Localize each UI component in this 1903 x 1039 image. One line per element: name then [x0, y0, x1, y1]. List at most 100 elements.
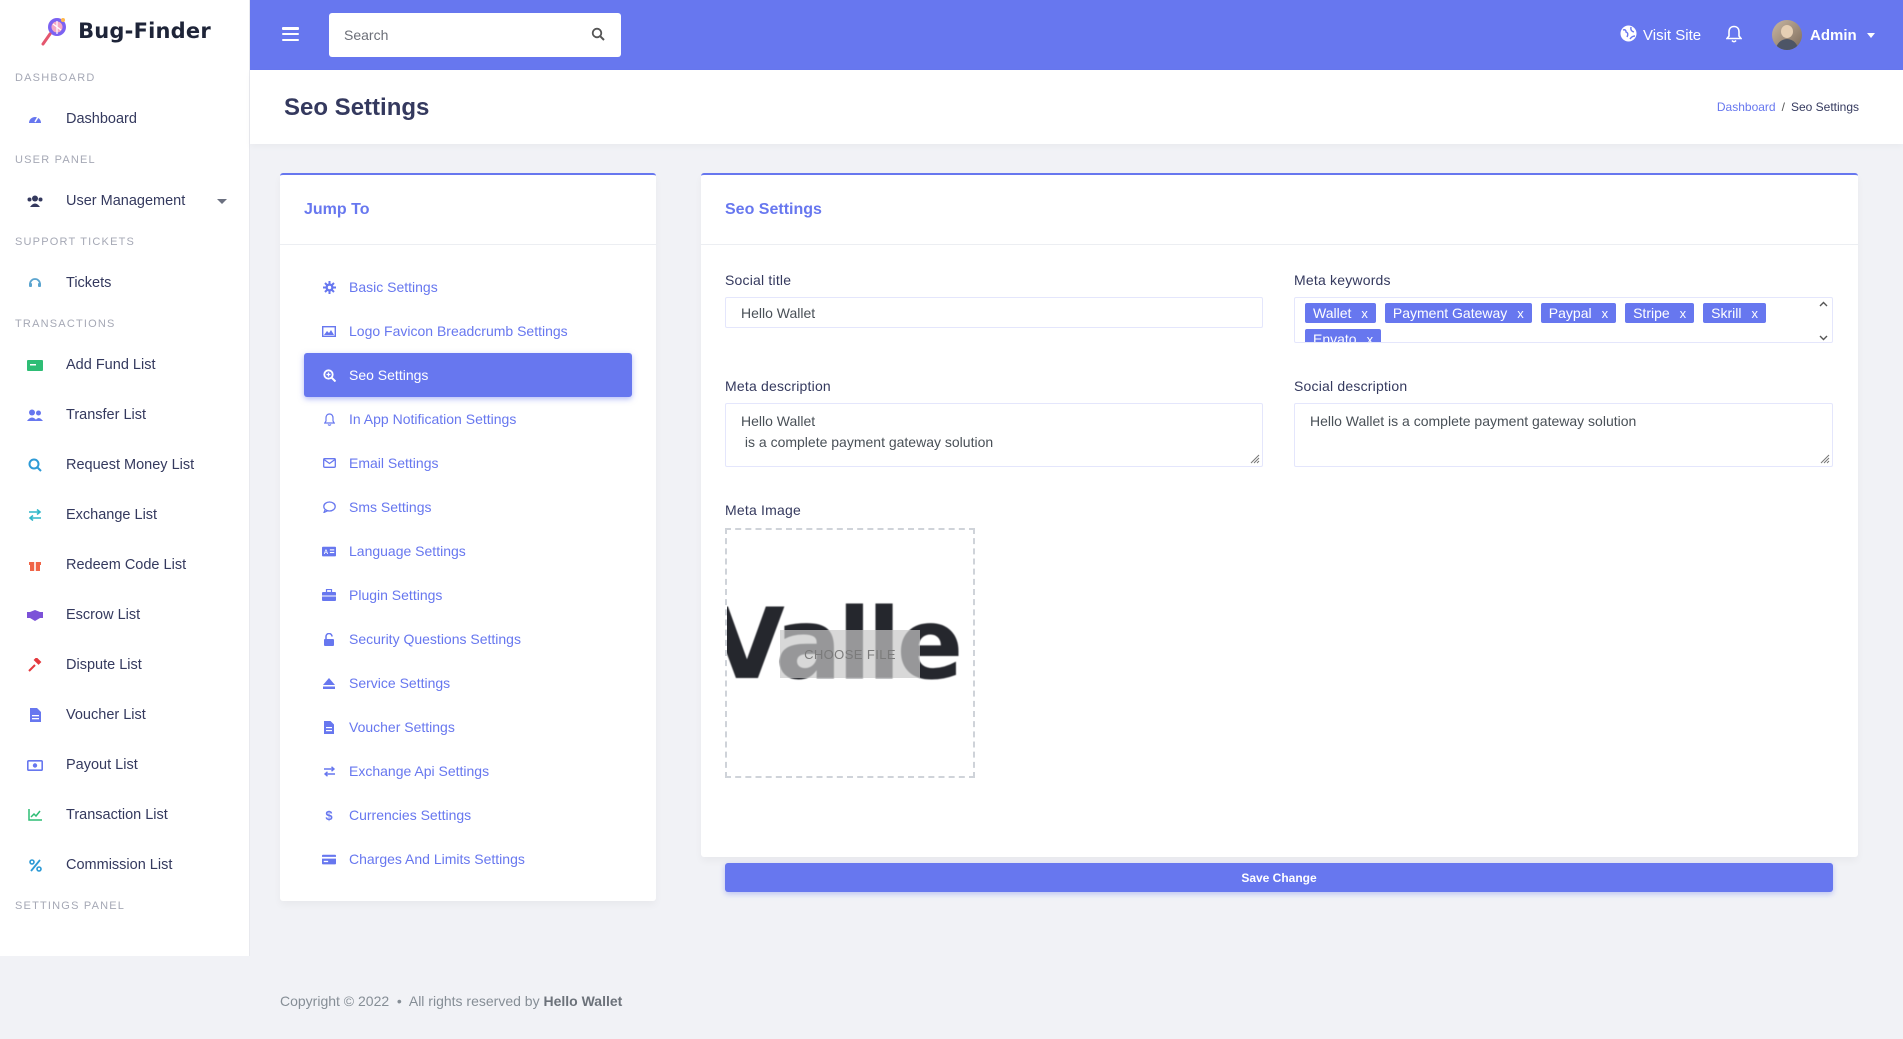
- jump-item-language-settings[interactable]: A Language Settings: [304, 529, 632, 573]
- search-dollar-icon: [26, 456, 44, 474]
- sidebar-item-request-money-list[interactable]: Request Money List: [0, 440, 249, 490]
- nav-heading-dashboard: DASHBOARD: [15, 72, 96, 84]
- svg-text:A: A: [324, 549, 329, 556]
- sidebar-item-label: Dashboard: [66, 111, 137, 127]
- remove-tag-icon[interactable]: x: [1517, 306, 1524, 321]
- jump-item-service-settings[interactable]: Service Settings: [304, 661, 632, 705]
- bell-icon: [322, 412, 336, 426]
- percent-icon: [26, 856, 44, 874]
- sidebar-item-user-management[interactable]: User Management: [0, 176, 249, 226]
- brand[interactable]: Bug-Finder: [0, 0, 249, 62]
- headset-icon: [26, 274, 44, 292]
- sidebar-item-payout-list[interactable]: Payout List: [0, 740, 249, 790]
- footer-copyright: Copyright © 2022: [280, 993, 390, 1009]
- sidebar-item-label: Exchange List: [66, 507, 158, 523]
- sidebar-item-commission-list[interactable]: Commission List: [0, 840, 249, 890]
- sidebar-item-label: Request Money List: [66, 457, 195, 473]
- jump-item-charges-and-limits-settings[interactable]: Charges And Limits Settings: [304, 837, 632, 881]
- jump-item-plugin-settings[interactable]: Plugin Settings: [304, 573, 632, 617]
- sidebar-item-transfer-list[interactable]: Transfer List: [0, 390, 249, 440]
- page-title: Seo Settings: [284, 94, 430, 121]
- meta-description-label: Meta description: [725, 378, 831, 394]
- breadcrumb-dashboard-link[interactable]: Dashboard: [1717, 100, 1776, 114]
- users-icon: [26, 192, 44, 210]
- meta-description-textarea[interactable]: Hello Wallet is a complete payment gatew…: [725, 403, 1263, 467]
- gavel-icon: [26, 656, 44, 674]
- remove-tag-icon[interactable]: x: [1752, 306, 1759, 321]
- resize-handle-icon[interactable]: [1819, 453, 1830, 464]
- save-change-button[interactable]: Save Change: [725, 863, 1833, 892]
- jump-item-label: Email Settings: [349, 455, 439, 471]
- jump-item-voucher-settings[interactable]: Voucher Settings: [304, 705, 632, 749]
- jump-item-label: Logo Favicon Breadcrumb Settings: [349, 323, 568, 339]
- jump-item-exchange-api-settings[interactable]: Exchange Api Settings: [304, 749, 632, 793]
- toolbox-icon: [322, 588, 336, 602]
- sidebar-item-label: Transaction List: [66, 807, 168, 823]
- keyword-tag-label: Envato: [1313, 331, 1357, 342]
- meta-description-line: Hello Wallet: [741, 413, 816, 429]
- keyword-tag: Envato x: [1305, 329, 1382, 343]
- sidebar-item-transaction-list[interactable]: Transaction List: [0, 790, 249, 840]
- jump-item-email-settings[interactable]: Email Settings: [304, 441, 632, 485]
- jump-item-logo-favicon-breadcrumb-settings[interactable]: Logo Favicon Breadcrumb Settings: [304, 309, 632, 353]
- meta-image-upload[interactable]: Valle CHOOSE FILE: [725, 528, 975, 778]
- remove-tag-icon[interactable]: x: [1602, 306, 1609, 321]
- resize-handle-icon[interactable]: [1249, 453, 1260, 464]
- keyword-tag: Skrill x: [1703, 303, 1767, 323]
- keywords-scrollbar[interactable]: [1816, 300, 1830, 342]
- search-input[interactable]: [329, 27, 569, 43]
- footer-rights: All rights reserved by: [408, 993, 540, 1009]
- sidebar-item-exchange-list[interactable]: Exchange List: [0, 490, 249, 540]
- remove-tag-icon[interactable]: x: [1680, 306, 1687, 321]
- sidebar-item-voucher-list[interactable]: Voucher List: [0, 690, 249, 740]
- admin-menu[interactable]: Admin: [1772, 20, 1875, 50]
- scroll-down-icon[interactable]: [1819, 333, 1828, 342]
- sidebar-item-add-fund-list[interactable]: Add Fund List: [0, 340, 249, 390]
- search-box: [329, 13, 621, 57]
- chevron-down-icon: [1866, 32, 1875, 38]
- dollar-icon: $: [325, 807, 333, 823]
- exchange-icon: [322, 764, 336, 778]
- jump-item-label: Exchange Api Settings: [349, 763, 490, 779]
- hamburger-menu-icon[interactable]: [282, 27, 299, 42]
- envelope-icon: [322, 456, 336, 470]
- sidebar-item-tickets[interactable]: Tickets: [0, 258, 249, 308]
- seo-settings-card: Seo Settings Social title Hello Wallet M…: [701, 173, 1858, 892]
- meta-keywords-label: Meta keywords: [1294, 272, 1391, 288]
- keyword-tag-label: Stripe: [1633, 305, 1670, 321]
- jump-item-currencies-settings[interactable]: $ Currencies Settings: [304, 793, 632, 837]
- footer: Copyright © 2022 • All rights reserved b…: [280, 993, 622, 1009]
- scroll-up-icon[interactable]: [1819, 300, 1828, 309]
- sidebar-item-dispute-list[interactable]: Dispute List: [0, 640, 249, 690]
- remove-tag-icon[interactable]: x: [1361, 306, 1368, 321]
- eject-icon: [322, 676, 336, 690]
- nav-heading-settings-panel: SETTINGS PANEL: [15, 900, 126, 912]
- dashboard-icon: [26, 110, 44, 128]
- social-description-textarea[interactable]: Hello Wallet is a complete payment gatew…: [1294, 403, 1833, 467]
- sidebar-item-dashboard[interactable]: Dashboard: [0, 94, 249, 144]
- bell-icon[interactable]: [1725, 25, 1744, 45]
- sidebar-item-escrow-list[interactable]: Escrow List: [0, 590, 249, 640]
- social-title-value: Hello Wallet: [741, 305, 816, 321]
- jump-item-label: Currencies Settings: [349, 807, 472, 823]
- jump-item-in-app-notification-settings[interactable]: In App Notification Settings: [304, 397, 632, 441]
- keyword-tags: Wallet x Payment Gateway x Paypal x Stripe x…: [1295, 298, 1832, 342]
- sidebar-item-label: Add Fund List: [66, 357, 156, 373]
- jump-item-label: In App Notification Settings: [349, 411, 517, 427]
- globe-icon: [1620, 25, 1637, 46]
- social-title-input[interactable]: Hello Wallet: [725, 297, 1263, 328]
- visit-site-link[interactable]: Visit Site: [1620, 25, 1701, 46]
- jump-item-label: Basic Settings: [349, 279, 438, 295]
- seo-card-title: Seo Settings: [701, 175, 1858, 245]
- jump-item-sms-settings[interactable]: Sms Settings: [304, 485, 632, 529]
- jump-item-seo-settings[interactable]: Seo Settings: [304, 353, 632, 397]
- choose-file-button[interactable]: CHOOSE FILE: [780, 630, 920, 678]
- sidebar-item-redeem-code-list[interactable]: Redeem Code List: [0, 540, 249, 590]
- jump-item-security-questions-settings[interactable]: Security Questions Settings: [304, 617, 632, 661]
- search-icon[interactable]: [591, 27, 607, 43]
- meta-keywords-input[interactable]: Wallet x Payment Gateway x Paypal x Stripe x…: [1294, 297, 1833, 343]
- jump-item-label: Sms Settings: [349, 499, 432, 515]
- jump-item-basic-settings[interactable]: Basic Settings: [304, 265, 632, 309]
- sidebar-item-label: Redeem Code List: [66, 557, 187, 573]
- remove-tag-icon[interactable]: x: [1367, 332, 1374, 343]
